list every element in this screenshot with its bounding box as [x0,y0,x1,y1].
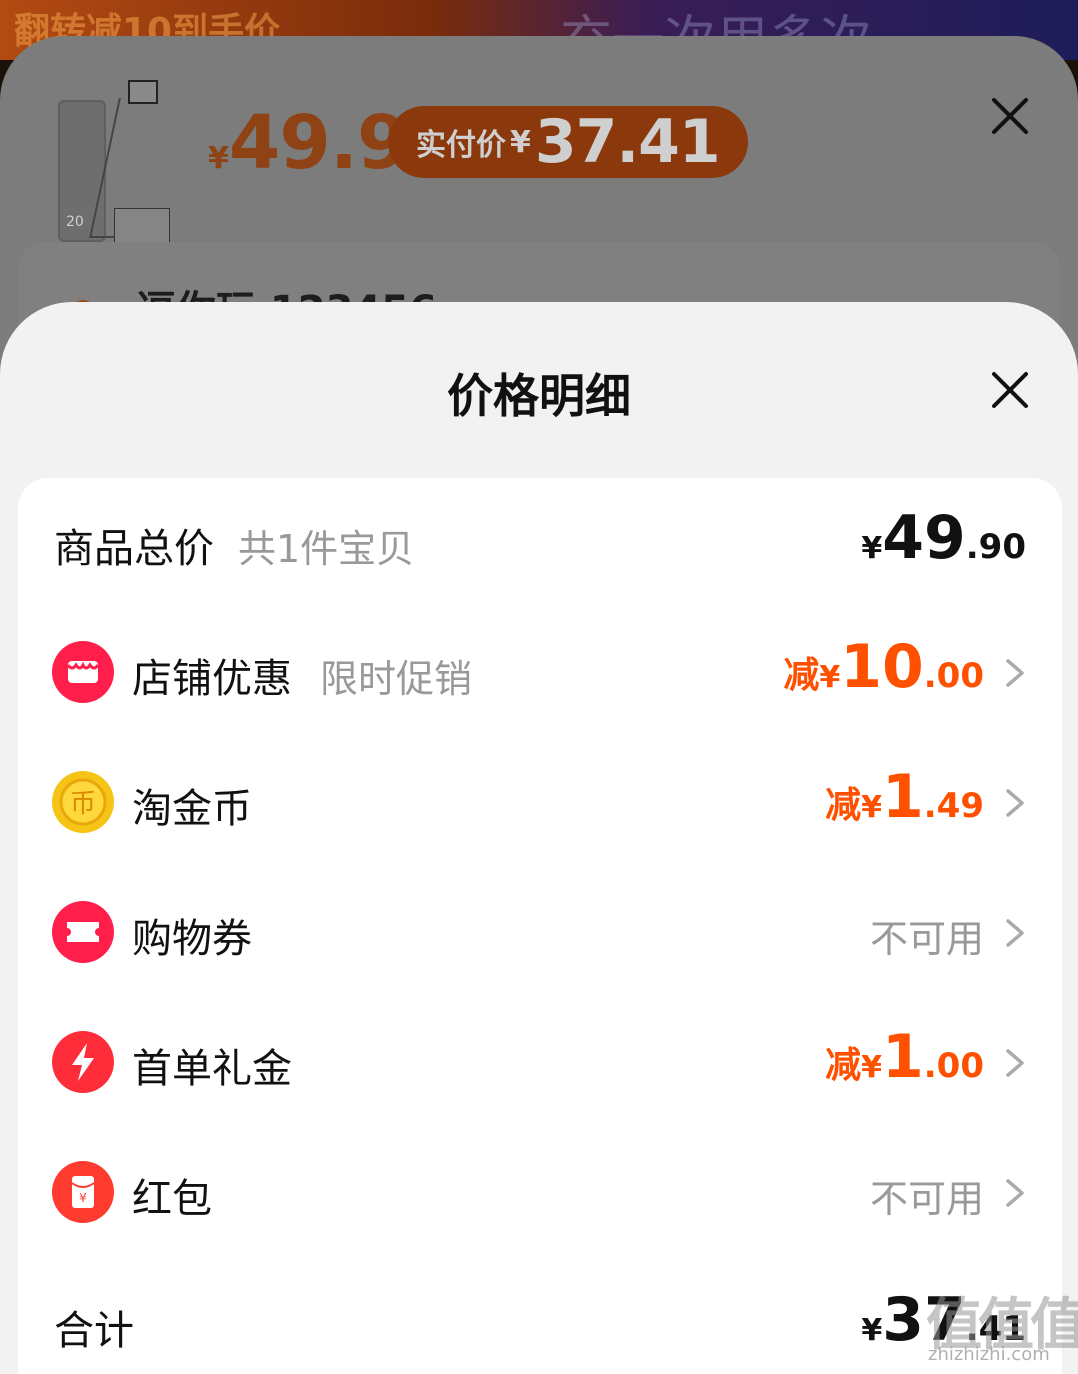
actual-price-value: 37.41 [534,107,721,177]
row-gold-coins[interactable]: 币 淘金币 减¥1.49 [18,762,1062,842]
chevron-right-icon [1002,1178,1028,1208]
amount-int: 1 [882,762,924,832]
amount-prefix: 减 [825,785,862,826]
amount-dec: .90 [965,527,1026,567]
row-label: 购物券 [132,916,252,962]
thumb-number: 20 [66,214,84,230]
row-red-packet[interactable]: ¥ 红包 不可用 [18,1152,1062,1232]
chevron-right-icon [1002,918,1028,948]
close-icon[interactable] [988,368,1032,412]
row-label: 首单礼金 [132,1046,292,1092]
watermark-url: zhizhizhi.com [928,1344,1050,1365]
actual-price-currency: ¥ [510,124,531,160]
row-shopping-coupon[interactable]: 购物券 不可用 [18,892,1062,972]
actual-price-label: 实付价 [416,128,506,163]
store-icon [52,641,114,703]
row-goods-total: 商品总价 共1件宝贝 ¥49.90 [18,502,1062,582]
goods-total-amount: ¥49.90 [861,508,1026,568]
product-price: ¥49.9 [208,100,409,186]
amount-int: 10 [840,632,924,702]
currency-symbol: ¥ [819,660,841,695]
coupon-icon [52,901,114,963]
amount-prefix: 减 [783,655,820,696]
chevron-right-icon [1002,658,1028,688]
row-label: 红包 [132,1176,212,1222]
red-packet-icon: ¥ [52,1161,114,1223]
row-sub: 共1件宝贝 [238,527,415,571]
amount-prefix: 减 [825,1045,862,1086]
price-currency: ¥ [208,141,229,176]
amount-dec: .00 [923,656,984,696]
flash-icon [52,1031,114,1093]
gold-coin-icon: 币 [52,771,114,833]
row-first-order-gift[interactable]: 首单礼金 减¥1.00 [18,1022,1062,1102]
row-total: 合计 ¥37.41 [18,1284,1062,1364]
row-label: 商品总价 [54,526,214,572]
currency-symbol: ¥ [861,790,883,825]
store-discount-amount: 减¥10.00 [783,637,984,698]
close-icon[interactable] [988,94,1032,138]
price-detail-sheet: 价格明细 商品总价 共1件宝贝 ¥49.90 店铺优惠 限时促销 减¥10.00 [0,302,1078,1374]
svg-text:币: 币 [70,789,96,819]
row-store-discount[interactable]: 店铺优惠 限时促销 减¥10.00 [18,632,1062,712]
currency-symbol: ¥ [861,531,883,566]
first-order-amount: 减¥1.00 [825,1027,984,1088]
product-thumbnail: 20 [52,80,183,258]
row-sub: 限时促销 [320,657,473,701]
price-value: 49.9 [228,100,409,186]
amount-dec: .00 [923,1046,984,1086]
price-detail-card: 商品总价 共1件宝贝 ¥49.90 店铺优惠 限时促销 减¥10.00 币 淘金… [18,478,1062,1374]
chevron-right-icon [1002,788,1028,818]
sheet-title: 价格明细 [447,369,631,423]
svg-text:¥: ¥ [79,1191,87,1205]
amount-int: 49 [882,503,966,573]
total-label: 合计 [54,1308,134,1354]
currency-symbol: ¥ [861,1050,883,1085]
amount-dec: .49 [923,786,984,826]
chevron-right-icon [1002,1048,1028,1078]
watermark: 值值值 zhizhizhi.com [918,1280,1078,1370]
row-label: 店铺优惠 [132,656,292,702]
currency-symbol: ¥ [861,1313,883,1348]
spec-box-image [128,80,158,104]
actual-price-badge: 实付价 ¥ 37.41 [388,106,748,178]
coins-discount-amount: 减¥1.49 [825,767,984,828]
coupon-status: 不可用 [869,917,984,961]
red-packet-status: 不可用 [869,1177,984,1221]
amount-int: 1 [882,1022,924,1092]
row-label: 淘金币 [132,786,252,832]
